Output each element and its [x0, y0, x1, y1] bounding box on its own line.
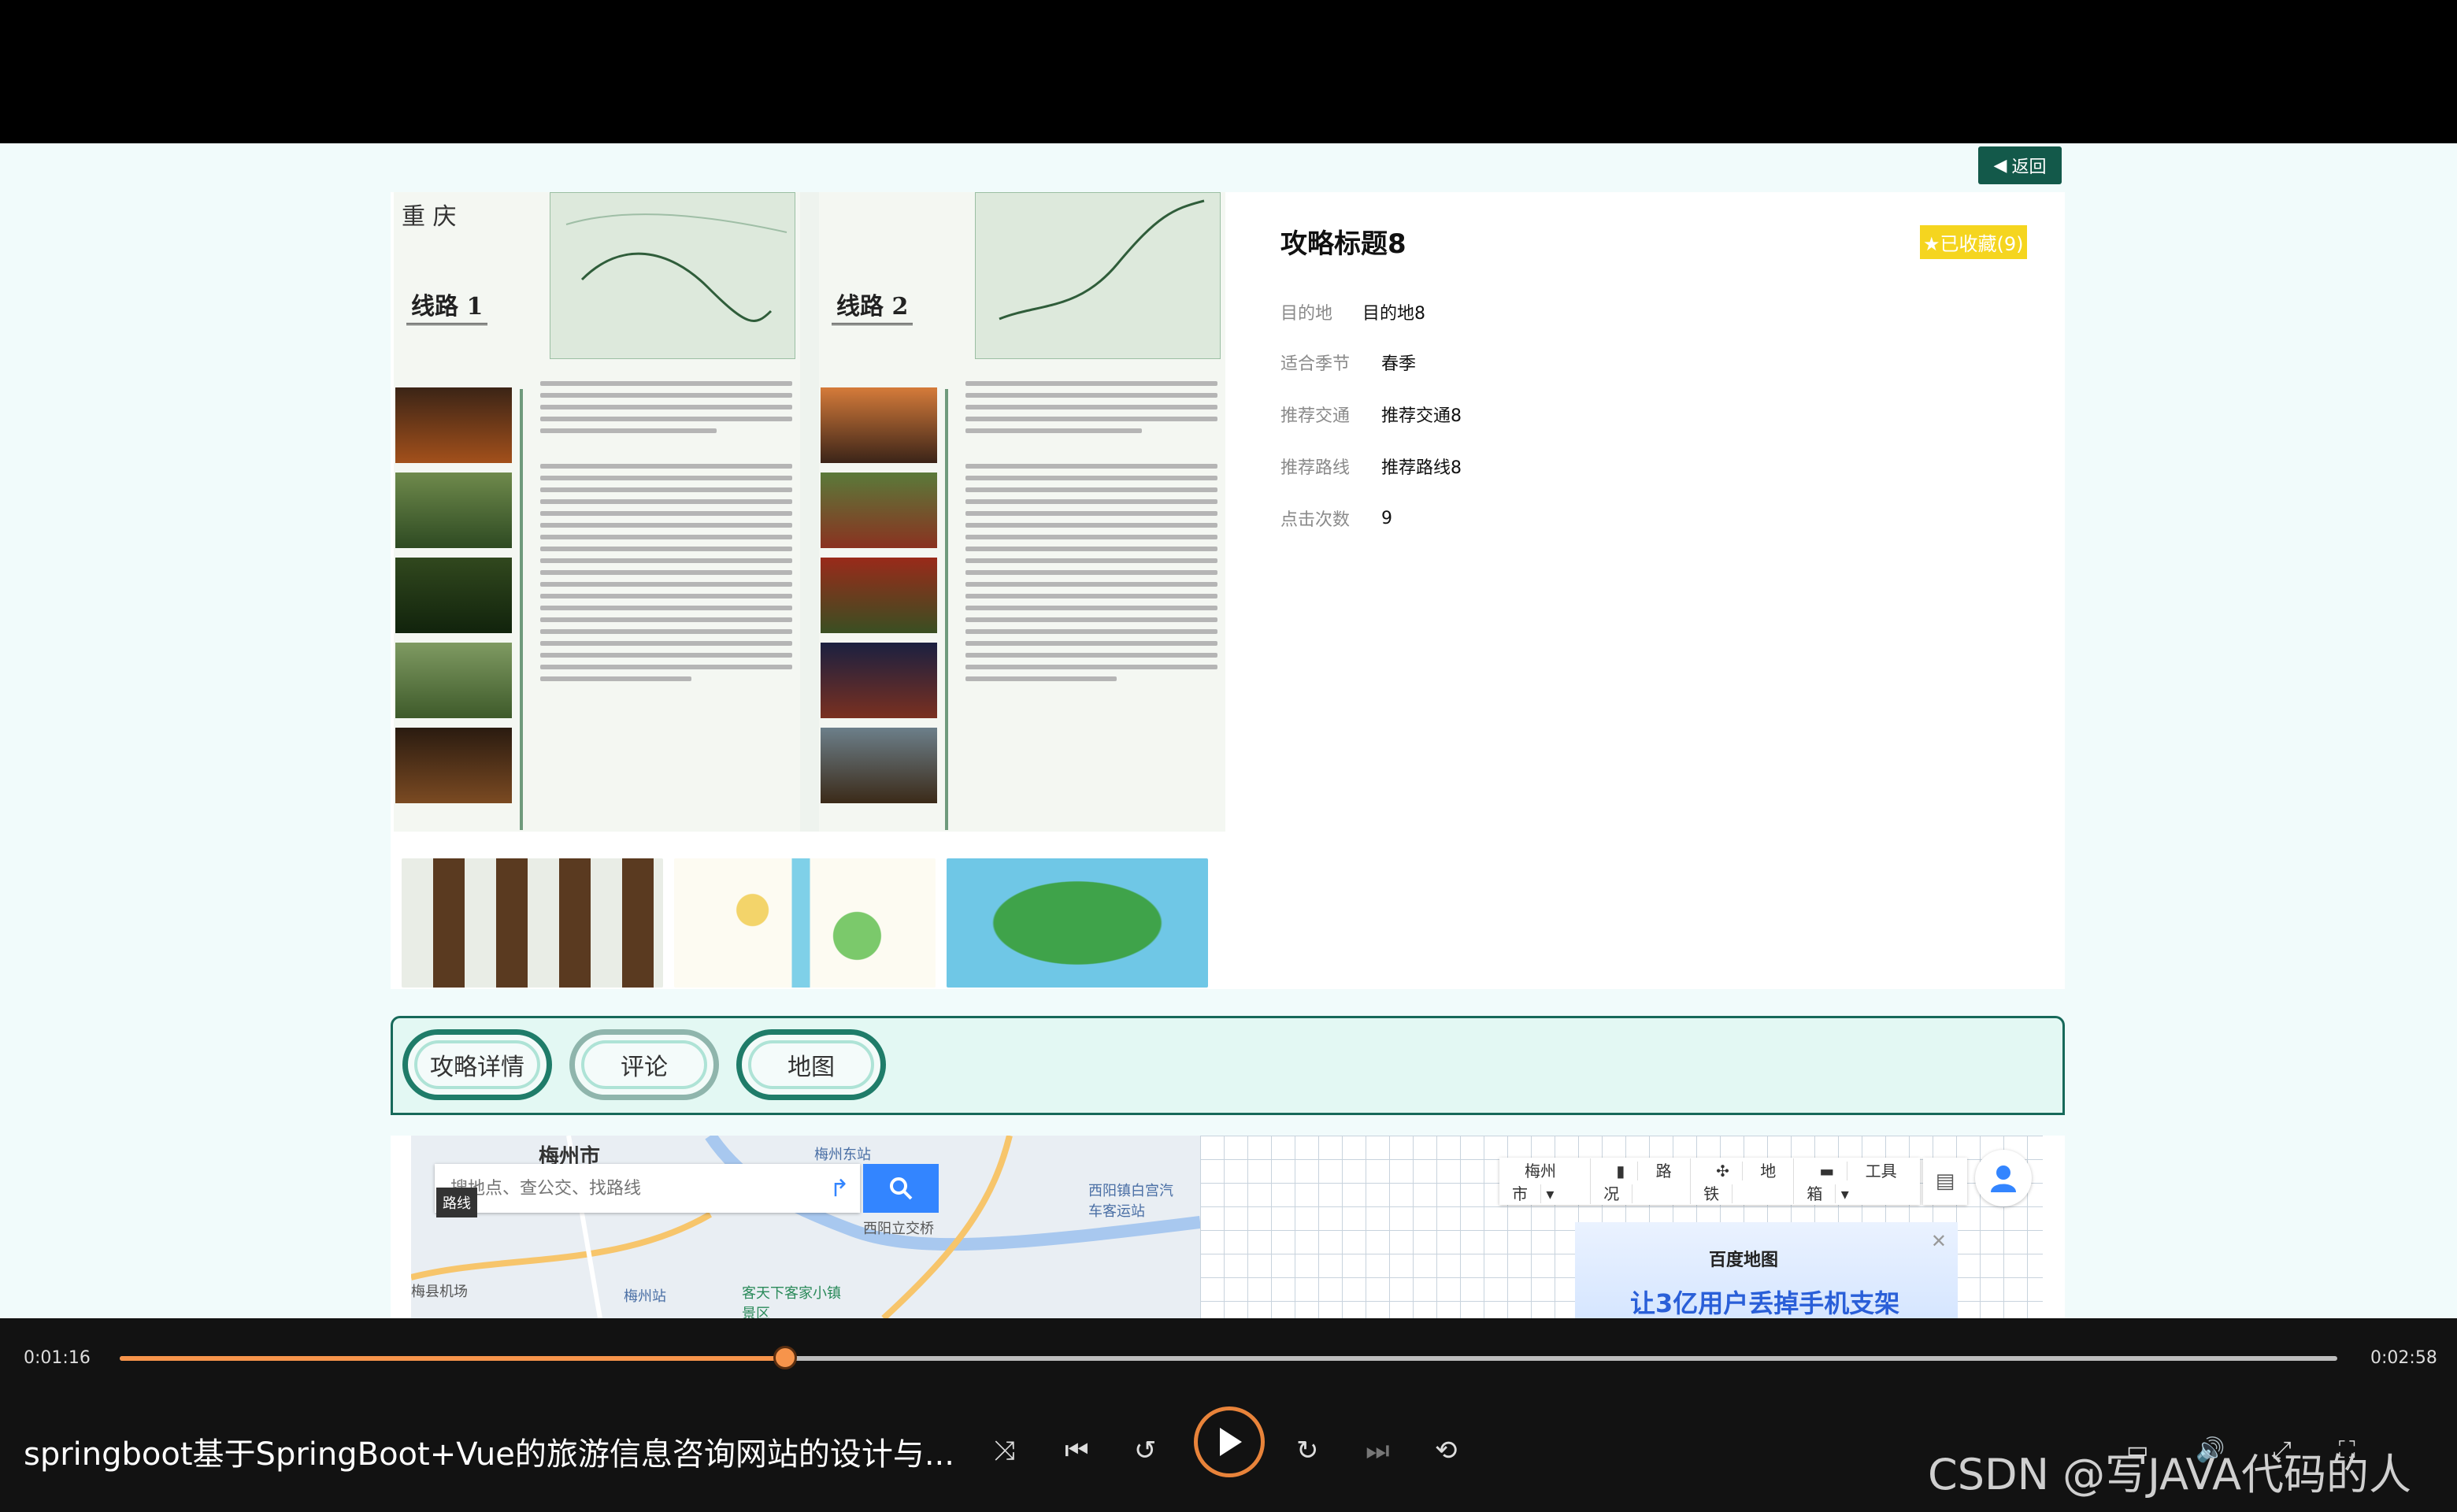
route-tooltip: 路线 — [436, 1188, 477, 1217]
map-toolbar: 梅州市 ▾ ▮ 路况 ✣ 地铁 ▬ 工具箱 ▾ — [1499, 1158, 1920, 1205]
subway-icon: ✣ — [1703, 1162, 1743, 1180]
tab-comments[interactable]: 评论 — [569, 1029, 719, 1100]
tab-map[interactable]: 地图 — [736, 1029, 886, 1100]
current-time: 0:01:16 — [24, 1348, 91, 1368]
field-route: 推荐路线 推荐路线8 — [1280, 458, 1462, 478]
map-search-button[interactable] — [863, 1164, 939, 1213]
map-ad-banner[interactable]: 百度地图 让3亿用户丢掉手机支架 ✕ — [1575, 1222, 1958, 1318]
map-place-label: 西阳立交桥 — [863, 1221, 934, 1237]
toolbox-icon: ▬ — [1807, 1162, 1848, 1180]
map-tiles[interactable]: 梅州市 梅州东站 西阳镇白宫汽车客运站 西阳立交桥 梅州站 客天下客家小镇景区 … — [411, 1136, 1200, 1318]
progress-track[interactable] — [120, 1346, 2337, 1369]
rewind-10-icon[interactable]: ↺ — [1134, 1435, 1157, 1466]
top-black-bar — [0, 0, 2457, 143]
back-button-label: 返回 — [2011, 158, 2047, 177]
repeat-off-icon[interactable]: ⟲ — [1435, 1435, 1458, 1466]
route-arrow-icon[interactable]: ↱ — [819, 1164, 860, 1213]
user-avatar[interactable] — [1975, 1150, 2032, 1206]
progress-fill — [120, 1356, 785, 1361]
city-label: 重 庆 — [402, 203, 457, 231]
field-season: 适合季节 春季 — [1280, 354, 1417, 374]
traffic-icon: ▮ — [1603, 1162, 1639, 1180]
star-icon: ★ — [1923, 233, 1940, 255]
ad-slogan: 让3亿用户丢掉手机支架 — [1630, 1288, 1900, 1318]
city-select[interactable]: 梅州市 ▾ — [1499, 1158, 1592, 1204]
thumbnail-3[interactable] — [947, 858, 1208, 988]
route-2-text — [965, 381, 1217, 688]
route-1-mini-map — [550, 192, 795, 359]
tab-details[interactable]: 攻略详情 — [402, 1029, 552, 1100]
toolbox-button[interactable]: ▬ 工具箱 ▾ — [1794, 1158, 1920, 1204]
thumbnail-strip — [402, 858, 1208, 988]
progress-knob[interactable] — [773, 1346, 797, 1369]
map-search-box: ↱ — [435, 1164, 860, 1213]
forward-30-icon[interactable]: ↻ — [1296, 1435, 1319, 1466]
map-place-label: 客天下客家小镇景区 — [742, 1285, 841, 1318]
map-search-input[interactable] — [435, 1172, 819, 1205]
message-button[interactable]: ▤ — [1923, 1158, 1967, 1205]
traffic-button[interactable]: ▮ 路况 — [1591, 1158, 1692, 1204]
baidu-map[interactable]: 梅州市 梅州东站 西阳镇白宫汽车客运站 西阳立交桥 梅州站 客天下客家小镇景区 … — [391, 1136, 2065, 1318]
field-transport: 推荐交通 推荐交通8 — [1280, 406, 1462, 426]
route-panel-1: 重 庆 线路 1 — [394, 192, 800, 832]
caret-left-icon: ◀ — [1993, 155, 2007, 176]
favorite-label: 已收藏(9) — [1940, 233, 2024, 255]
subway-button[interactable]: ✣ 地铁 — [1691, 1158, 1795, 1204]
video-player-controls: 0:01:16 0:02:58 springboot基于SpringBoot+V… — [0, 1318, 2457, 1512]
favorite-button[interactable]: ★已收藏(9) — [1920, 225, 2027, 259]
next-icon[interactable]: ⏭ — [1366, 1435, 1390, 1466]
play-button[interactable] — [1194, 1406, 1265, 1477]
route-2-photos — [821, 387, 937, 813]
route-2-tag: 线路 2 — [832, 285, 914, 325]
route-1-photos — [395, 387, 512, 813]
baidu-map-logo: 百度地图 — [1709, 1251, 1779, 1270]
video-title: springboot基于SpringBoot+Vue的旅游信息咨询网站的设计与.… — [24, 1436, 954, 1473]
map-place-label: 梅州站 — [624, 1288, 666, 1305]
strategy-title: 攻略标题8 — [1280, 228, 1406, 260]
route-1-text — [540, 381, 792, 688]
main-image[interactable]: 重 庆 线路 1 线路 2 — [394, 192, 1225, 832]
route-panel-2: 线路 2 — [819, 192, 1225, 832]
csdn-watermark: CSDN @写JAVA代码的人 — [1928, 1450, 2412, 1499]
map-place-label: 西阳镇白宫汽车客运站 — [1088, 1183, 1173, 1220]
previous-icon[interactable]: ⏮ — [1065, 1435, 1089, 1466]
detail-card: 重 庆 线路 1 线路 2 攻略标题8 ★已收藏(9) 目的地 目的地8 适合季… — [391, 192, 2065, 989]
thumbnail-1[interactable] — [402, 858, 663, 988]
field-clicks: 点击次数 9 — [1280, 508, 1392, 531]
user-icon — [1991, 1166, 2016, 1192]
thumbnail-2[interactable] — [674, 858, 936, 988]
route-2-mini-map — [975, 192, 1221, 359]
route-1-tag: 线路 1 — [406, 285, 488, 325]
message-icon: ▤ — [1935, 1169, 1955, 1193]
shuffle-icon[interactable]: ⤨ — [994, 1435, 1015, 1466]
strategy-detail-page: ◀ 返回 重 庆 线路 1 线路 2 攻略标题8 ★已收藏(9) 目的地 目的地… — [0, 143, 2457, 1318]
play-icon — [1220, 1428, 1242, 1456]
search-icon — [890, 1177, 913, 1200]
field-destination: 目的地 目的地8 — [1280, 304, 1425, 324]
back-button[interactable]: ◀ 返回 — [1978, 146, 2062, 184]
total-time: 0:02:58 — [2370, 1348, 2437, 1368]
close-icon[interactable]: ✕ — [1931, 1230, 1947, 1252]
map-place-label: 梅县机场 — [411, 1284, 468, 1300]
map-place-label: 梅州东站 — [814, 1147, 871, 1163]
tab-bar: 攻略详情 评论 地图 — [391, 1016, 2065, 1115]
